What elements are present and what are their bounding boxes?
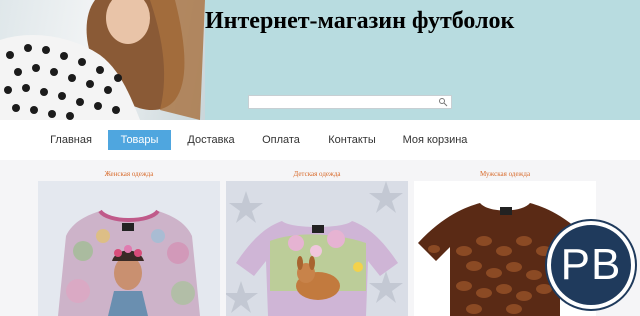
site-header: Интернет-магазин футболок	[0, 0, 640, 120]
category-label-women[interactable]: Женская одежда	[38, 170, 220, 178]
site-title: Интернет-магазин футболок	[205, 8, 515, 34]
nav-item-contacts[interactable]: Контакты	[322, 130, 382, 150]
nav-item-cart[interactable]: Моя корзина	[398, 130, 472, 150]
search-icon[interactable]	[438, 97, 448, 107]
women-shirt-image	[38, 181, 220, 316]
nav-item-payment[interactable]: Оплата	[254, 130, 308, 150]
main-nav: Главная Товары Доставка Оплата Контакты …	[0, 120, 640, 160]
nav-item-delivery[interactable]: Доставка	[180, 130, 242, 150]
category-label-men[interactable]: Мужская одежда	[414, 170, 596, 178]
kids-shirt-image	[226, 181, 408, 316]
nav-item-products[interactable]: Товары	[108, 130, 171, 150]
pb-watermark-text: PB	[560, 240, 622, 289]
nav-item-home[interactable]: Главная	[42, 130, 100, 150]
hero-model-image	[0, 0, 205, 120]
pb-watermark-logo: PB	[547, 221, 635, 309]
product-card-kids[interactable]	[226, 181, 408, 316]
product-card-women[interactable]	[38, 181, 220, 316]
search-input[interactable]	[249, 100, 432, 112]
category-label-kids[interactable]: Детская одежда	[226, 170, 408, 178]
search-box[interactable]	[248, 95, 452, 112]
